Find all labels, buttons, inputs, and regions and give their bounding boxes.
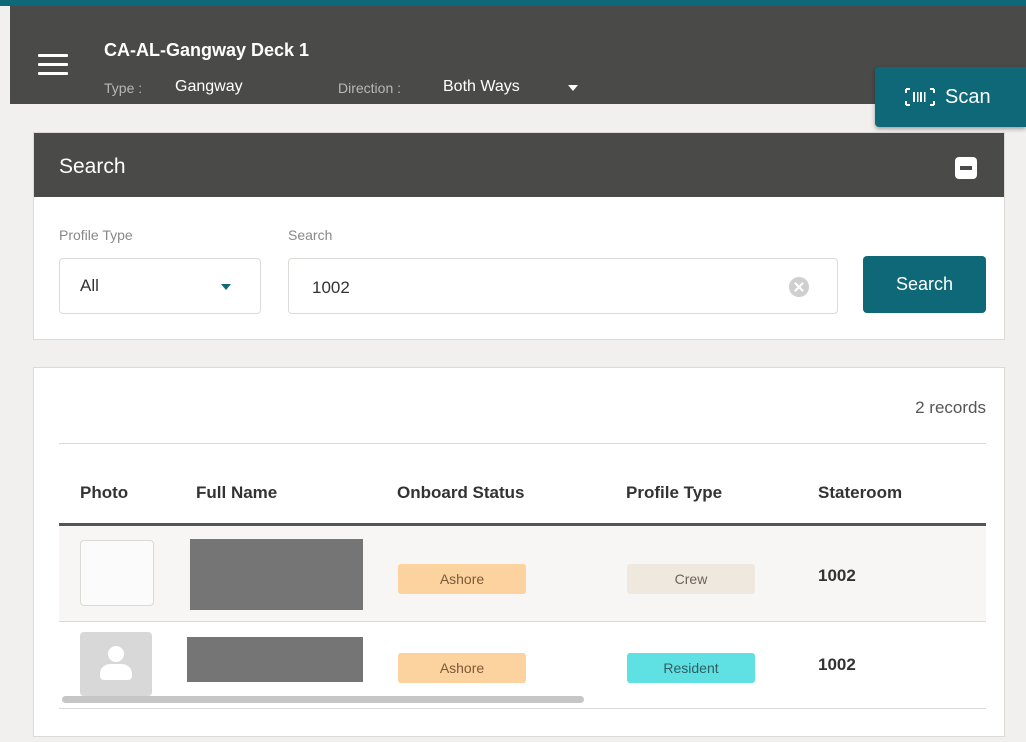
profile-type-badge: Resident: [627, 653, 755, 683]
select-caret-icon: [221, 284, 231, 290]
search-label: Search: [288, 227, 333, 243]
search-button[interactable]: Search: [863, 256, 986, 313]
profile-type-value: All: [80, 276, 99, 295]
profile-type-select[interactable]: All: [59, 258, 261, 314]
clear-search-icon[interactable]: [789, 277, 809, 297]
table-row[interactable]: Ashore Crew 1002: [59, 526, 986, 622]
profile-type-label: Profile Type: [59, 227, 133, 243]
onboard-status-badge: Ashore: [398, 564, 526, 594]
search-input[interactable]: 1002: [288, 258, 838, 314]
onboard-status-badge: Ashore: [398, 653, 526, 683]
full-name-redacted: [190, 539, 363, 610]
person-avatar-icon: [80, 632, 152, 696]
caret-down-icon[interactable]: [568, 85, 578, 91]
search-input-value: 1002: [312, 278, 350, 297]
column-header-full-name[interactable]: Full Name: [196, 483, 277, 503]
profile-type-badge: Crew: [627, 564, 755, 594]
scan-label: Scan: [945, 86, 991, 108]
results-panel: 2 records Photo Full Name Onboard Status…: [33, 367, 1005, 737]
column-header-photo[interactable]: Photo: [80, 483, 128, 503]
scan-button[interactable]: Scan: [875, 67, 1026, 127]
hamburger-menu-icon[interactable]: [38, 54, 68, 76]
type-value: Gangway: [175, 78, 243, 95]
app-header: CA-AL-Gangway Deck 1 Type : Gangway Dire…: [10, 6, 1026, 104]
record-count: 2 records: [915, 398, 986, 417]
stateroom-value: 1002: [818, 566, 856, 585]
search-panel: Search Profile Type All Search 1002 Sear…: [33, 132, 1005, 340]
photo-placeholder: [80, 540, 154, 606]
column-header-onboard-status[interactable]: Onboard Status: [397, 483, 525, 503]
stateroom-value: 1002: [818, 655, 856, 674]
full-name-redacted: [187, 637, 363, 682]
horizontal-scrollbar[interactable]: [62, 696, 584, 703]
search-panel-title: Search: [59, 155, 126, 178]
direction-label: Direction :: [338, 80, 402, 96]
barcode-scan-icon: [905, 88, 935, 106]
direction-value[interactable]: Both Ways: [443, 78, 520, 96]
column-header-profile-type[interactable]: Profile Type: [626, 483, 722, 503]
collapse-icon[interactable]: [955, 157, 977, 179]
column-header-stateroom[interactable]: Stateroom: [818, 483, 902, 503]
search-panel-header: Search: [34, 133, 1004, 197]
type-label: Type :: [104, 80, 143, 96]
location-title: CA-AL-Gangway Deck 1: [104, 40, 310, 60]
divider: [59, 443, 986, 444]
